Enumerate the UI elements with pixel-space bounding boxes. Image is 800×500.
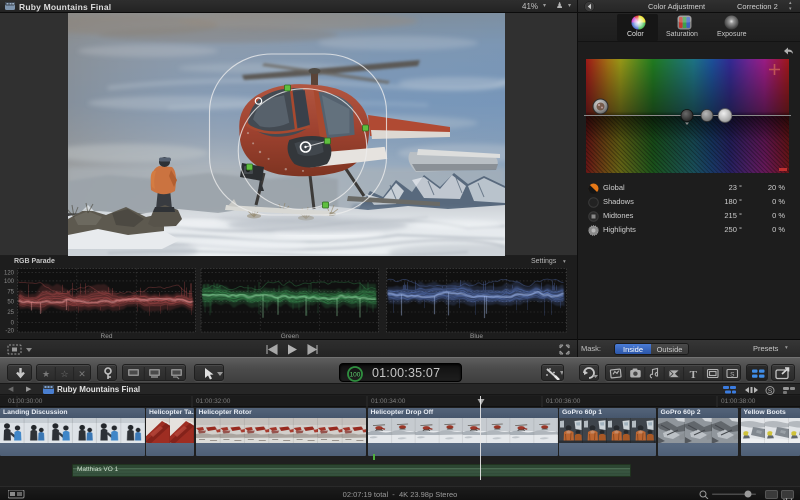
svg-text:S: S: [768, 388, 773, 395]
svg-text:75: 75: [7, 289, 14, 295]
svg-text:★: ★: [42, 369, 50, 379]
svg-text:S: S: [730, 372, 735, 379]
svg-text:T: T: [690, 369, 698, 381]
svg-text:25: 25: [7, 310, 14, 316]
svg-text:-20: -20: [5, 328, 14, 334]
svg-text:120: 120: [4, 270, 15, 276]
svg-text:☆: ☆: [60, 369, 68, 379]
svg-text:50: 50: [7, 299, 14, 305]
svg-text:100: 100: [350, 371, 361, 378]
svg-text:✕: ✕: [78, 369, 86, 379]
svg-text:100: 100: [4, 278, 15, 284]
svg-text:0: 0: [11, 320, 15, 326]
